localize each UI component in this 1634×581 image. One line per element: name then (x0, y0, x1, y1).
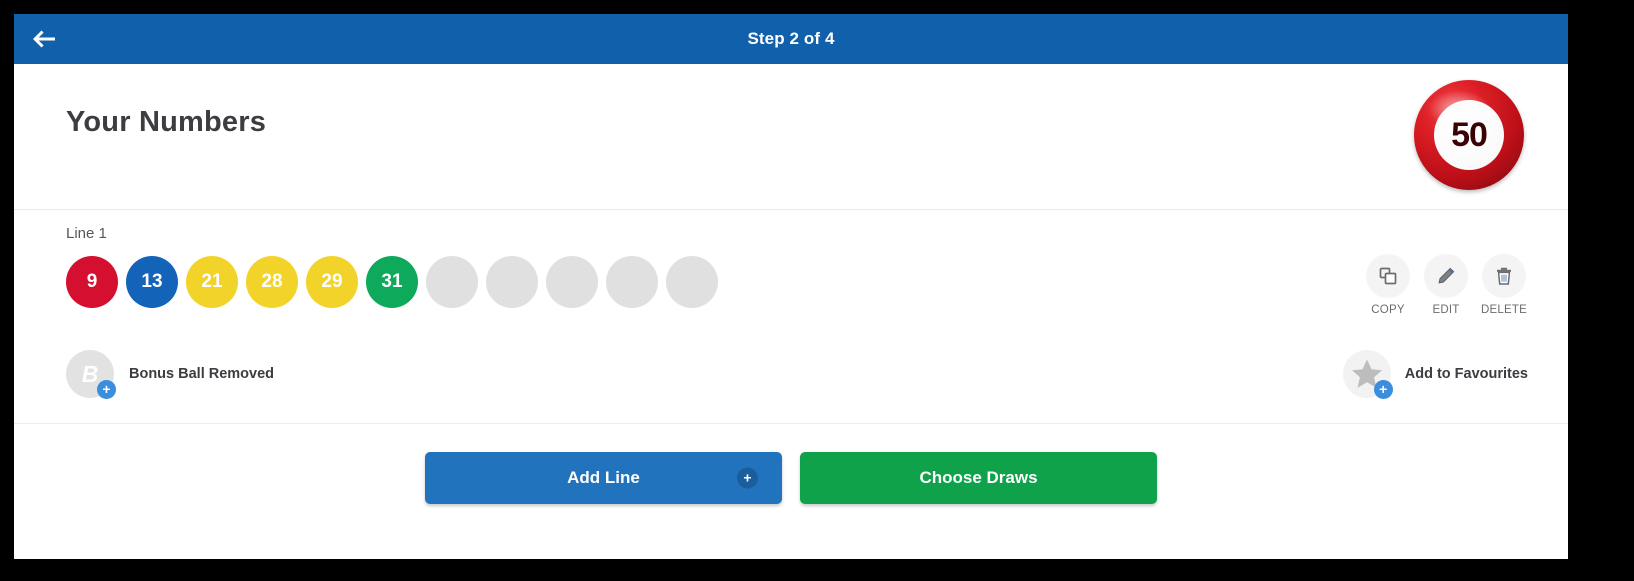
empty-ball-slot[interactable] (666, 256, 718, 308)
empty-ball-slot[interactable] (546, 256, 598, 308)
number-ball[interactable]: 28 (246, 256, 298, 308)
back-button[interactable] (14, 14, 74, 64)
arrow-left-icon (30, 27, 58, 51)
app-frame: Step 2 of 4 Your Numbers 50 Line 1 9 13 21… (14, 14, 1568, 559)
copy-icon (1366, 254, 1410, 298)
jackpot-ball-badge: 50 (1414, 80, 1524, 190)
number-ball[interactable]: 29 (306, 256, 358, 308)
choose-draws-label: Choose Draws (919, 468, 1038, 487)
plus-icon: + (1373, 380, 1393, 399)
bonus-ball-avatar: B + (66, 350, 116, 399)
line-action-label: COPY (1371, 304, 1405, 316)
add-line-button[interactable]: Add Line + (425, 452, 782, 504)
line-action-label: DELETE (1481, 304, 1527, 316)
empty-ball-slot[interactable] (426, 256, 478, 308)
app-header: Step 2 of 4 (14, 14, 1568, 64)
pencil-icon (1424, 254, 1468, 298)
title-band: Your Numbers 50 (14, 64, 1568, 210)
number-ball[interactable]: 31 (366, 256, 418, 308)
page-step-title: Step 2 of 4 (747, 29, 835, 48)
line-action-delete[interactable]: DELETE (1480, 254, 1528, 316)
empty-ball-slot[interactable] (606, 256, 658, 308)
line-action-edit[interactable]: EDIT (1422, 254, 1470, 316)
favourites-avatar: + (1342, 350, 1393, 399)
empty-ball-slot[interactable] (486, 256, 538, 308)
number-ball[interactable]: 13 (126, 256, 178, 308)
trash-icon (1482, 254, 1526, 298)
bonus-ball-label: Bonus Ball Removed (129, 366, 275, 382)
number-ball[interactable]: 21 (186, 256, 238, 308)
jackpot-ball-value: 50 (1451, 116, 1488, 154)
plus-icon: + (97, 380, 116, 399)
bonus-ball-row[interactable]: B + Bonus Ball Removed (66, 350, 275, 399)
add-to-favourites-label: Add to Favourites (1404, 366, 1528, 382)
page-title: Your Numbers (66, 106, 267, 138)
line-action-label: EDIT (1432, 304, 1460, 316)
add-to-favourites-row[interactable]: + Add to Favourites (1342, 350, 1528, 399)
add-line-label: Add Line (567, 468, 640, 487)
line-action-copy[interactable]: COPY (1364, 254, 1412, 316)
jackpot-ball-inner: 50 (1434, 100, 1504, 170)
line-section: Line 1 9 13 21 28 29 31 COPY EDIT DELETE B + Bo… (14, 210, 1568, 424)
number-ball[interactable]: 9 (66, 256, 118, 308)
line-label: Line 1 (66, 225, 107, 242)
choose-draws-button[interactable]: Choose Draws (800, 452, 1157, 504)
line-actions: COPY EDIT DELETE (1364, 254, 1528, 316)
number-balls-row: 9 13 21 28 29 31 (66, 256, 718, 308)
footer-actions: Add Line + Choose Draws (14, 424, 1568, 558)
plus-icon: + (737, 467, 758, 489)
